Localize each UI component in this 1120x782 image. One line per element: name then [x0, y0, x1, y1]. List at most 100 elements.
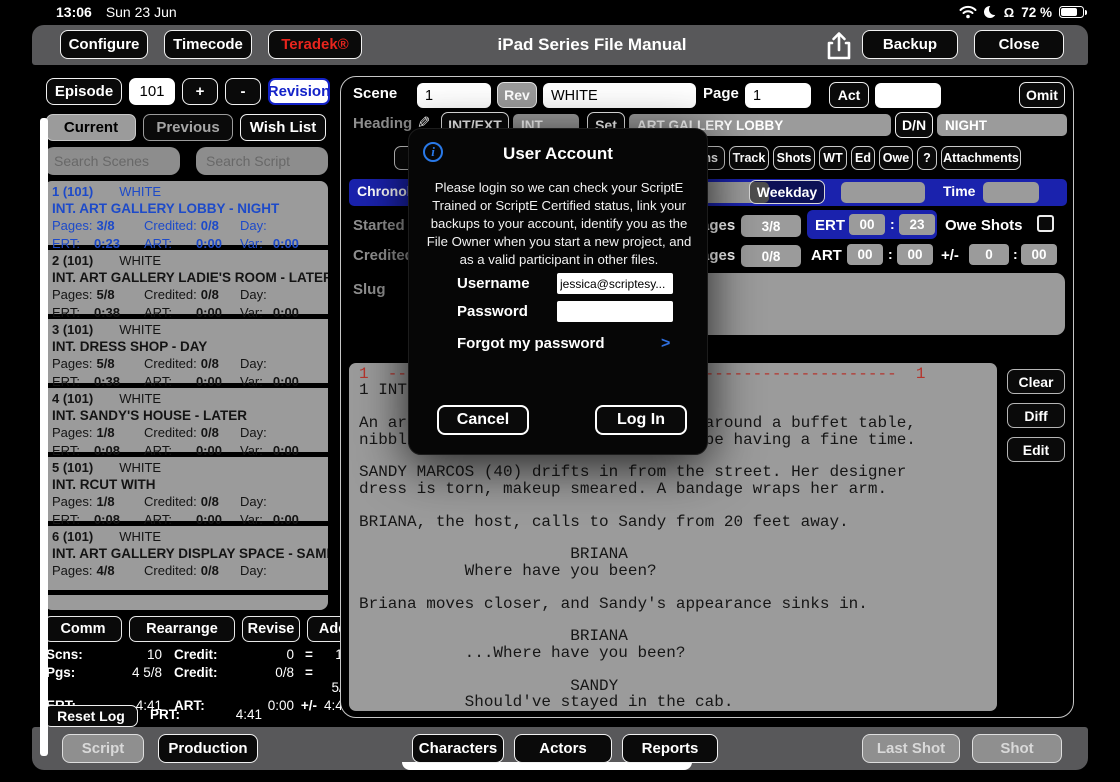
scene-list-item-5[interactable]: 5 (101)WHITE INT. RCUT WITH Pages:1/8 Cr…	[44, 457, 328, 526]
do-not-disturb-moon-icon	[984, 6, 997, 19]
prt-label: PRT:	[150, 707, 180, 722]
tab-track[interactable]: Track	[729, 146, 769, 170]
username-label: Username	[457, 275, 530, 292]
scene-slug: INT. DRESS SHOP - DAY	[52, 338, 322, 355]
rearrange-button[interactable]: Rearrange	[129, 616, 235, 642]
variance-seconds-field[interactable]: 00	[1021, 244, 1057, 265]
owe-shots-checkbox[interactable]	[1037, 215, 1054, 232]
omit-button[interactable]: Omit	[1019, 82, 1065, 108]
teradek-button[interactable]: Teradek®	[268, 30, 362, 59]
tab-attachments[interactable]: Attachments	[941, 146, 1021, 170]
search-script-input[interactable]	[196, 147, 328, 175]
password-input[interactable]	[557, 301, 673, 322]
day-night-button[interactable]: D/N	[895, 112, 933, 138]
scene-list-item-1[interactable]: 1 (101)WHITE INT. ART GALLERY LOBBY - NI…	[44, 181, 328, 250]
ert-label: ERT:	[52, 512, 80, 527]
close-button[interactable]: Close	[974, 30, 1064, 59]
search-scenes-input[interactable]	[44, 147, 180, 175]
edit-button[interactable]: Edit	[1007, 437, 1065, 462]
ert-seconds-field[interactable]: 23	[899, 214, 935, 235]
bottom-toolbar: Script Production Characters Actors Repo…	[32, 727, 1088, 770]
tab-shots[interactable]: Shots	[773, 146, 815, 170]
script-line: BRIANA, the host, calls to Sandy from 20…	[359, 514, 997, 530]
credit-value: 0	[234, 647, 294, 662]
revision-input[interactable]	[543, 83, 696, 108]
art-minutes-field[interactable]: 00	[847, 244, 883, 265]
scene-list-item-6[interactable]: 6 (101)WHITE INT. ART GALLERY DISPLAY SP…	[44, 526, 328, 595]
backup-button[interactable]: Backup	[862, 30, 958, 59]
art-seconds-field[interactable]: 00	[897, 244, 933, 265]
var-label: Var:	[240, 443, 263, 458]
tab-question[interactable]: ?	[917, 146, 937, 170]
pages-credited-field[interactable]: 0/8	[741, 245, 801, 267]
pages-label: Pages:	[52, 356, 92, 371]
forgot-password-arrow-icon[interactable]: >	[661, 335, 670, 353]
day-label: Day:	[240, 218, 267, 233]
increment-button[interactable]: +	[182, 78, 218, 105]
revision-button[interactable]: Revision	[268, 78, 330, 105]
act-input[interactable]	[875, 83, 941, 108]
page-input[interactable]	[745, 83, 811, 108]
revise-button[interactable]: Revise	[242, 616, 300, 642]
tab-ed[interactable]: Ed	[851, 146, 875, 170]
episode-button[interactable]: Episode	[46, 78, 122, 105]
configure-button[interactable]: Configure	[60, 30, 148, 59]
variance-minutes-field[interactable]: 0	[969, 244, 1009, 265]
tab-wish-list[interactable]: Wish List	[240, 114, 326, 141]
clear-button[interactable]: Clear	[1007, 369, 1065, 394]
art-label: ART	[811, 247, 842, 264]
forgot-password-link[interactable]: Forgot my password	[457, 335, 605, 352]
reports-nav-button[interactable]: Reports	[622, 734, 718, 763]
last-shot-button[interactable]: Last Shot	[862, 734, 960, 763]
cancel-button[interactable]: Cancel	[437, 405, 529, 435]
credited-label: Credited:	[144, 287, 197, 302]
script-line: Where have you been?	[359, 563, 997, 579]
credit-label: Credit:	[162, 647, 234, 662]
ert-value: 0:38	[94, 305, 120, 320]
act-button[interactable]: Act	[829, 82, 869, 108]
shot-button[interactable]: Shot	[972, 734, 1062, 763]
tab-owe[interactable]: Owe	[879, 146, 913, 170]
production-nav-button[interactable]: Production	[158, 734, 258, 763]
decrement-button[interactable]: -	[225, 78, 261, 105]
day-label: Day:	[240, 287, 267, 302]
episode-number-input[interactable]	[129, 78, 175, 105]
scene-list-item-3[interactable]: 3 (101)WHITE INT. DRESS SHOP - DAY Pages…	[44, 319, 328, 388]
characters-nav-button[interactable]: Characters	[412, 734, 504, 763]
scene-action-buttons: Comm Rearrange Revise Add	[44, 616, 359, 642]
comm-button[interactable]: Comm	[44, 616, 122, 642]
tab-current[interactable]: Current	[46, 114, 136, 141]
tab-previous[interactable]: Previous	[143, 114, 233, 141]
actors-nav-button[interactable]: Actors	[514, 734, 612, 763]
scene-list-tabs: Current Previous Wish List	[46, 114, 326, 141]
top-toolbar: Configure Timecode Teradek® iPad Series …	[32, 25, 1088, 65]
rev-button[interactable]: Rev	[497, 82, 537, 108]
art-label: ART:	[144, 443, 172, 458]
script-nav-button[interactable]: Script	[62, 734, 144, 763]
time-field[interactable]	[983, 182, 1039, 203]
weekday-field[interactable]	[841, 182, 925, 203]
var-value: 0:00	[273, 443, 299, 458]
script-line	[359, 530, 997, 546]
ert-minutes-field[interactable]: 00	[849, 214, 885, 235]
credited-value: 0/8	[201, 356, 219, 371]
scene-list-item-2[interactable]: 2 (101)WHITE INT. ART GALLERY LADIE'S RO…	[44, 250, 328, 319]
username-input[interactable]	[557, 273, 673, 294]
day-night-value-field[interactable]: NIGHT	[937, 114, 1067, 136]
diff-button[interactable]: Diff	[1007, 403, 1065, 428]
pages-value-field[interactable]: 3/8	[741, 215, 801, 237]
reset-log-button[interactable]: Reset Log	[44, 705, 138, 727]
art-value: 0:00	[196, 305, 222, 320]
timecode-button[interactable]: Timecode	[164, 30, 252, 59]
pages-value: 5/8	[96, 356, 114, 371]
login-button[interactable]: Log In	[595, 405, 687, 435]
heading-label: Heading	[353, 115, 412, 132]
weekday-button[interactable]: Weekday	[749, 180, 825, 204]
tab-wt[interactable]: WT	[819, 146, 847, 170]
scene-number-input[interactable]	[417, 83, 491, 108]
scene-revision: WHITE	[119, 529, 161, 544]
scene-list-item-4[interactable]: 4 (101)WHITE INT. SANDY'S HOUSE - LATER …	[44, 388, 328, 457]
credited-label: Credited:	[144, 494, 197, 509]
art-value: 0:00	[196, 443, 222, 458]
share-icon[interactable]	[824, 30, 854, 62]
